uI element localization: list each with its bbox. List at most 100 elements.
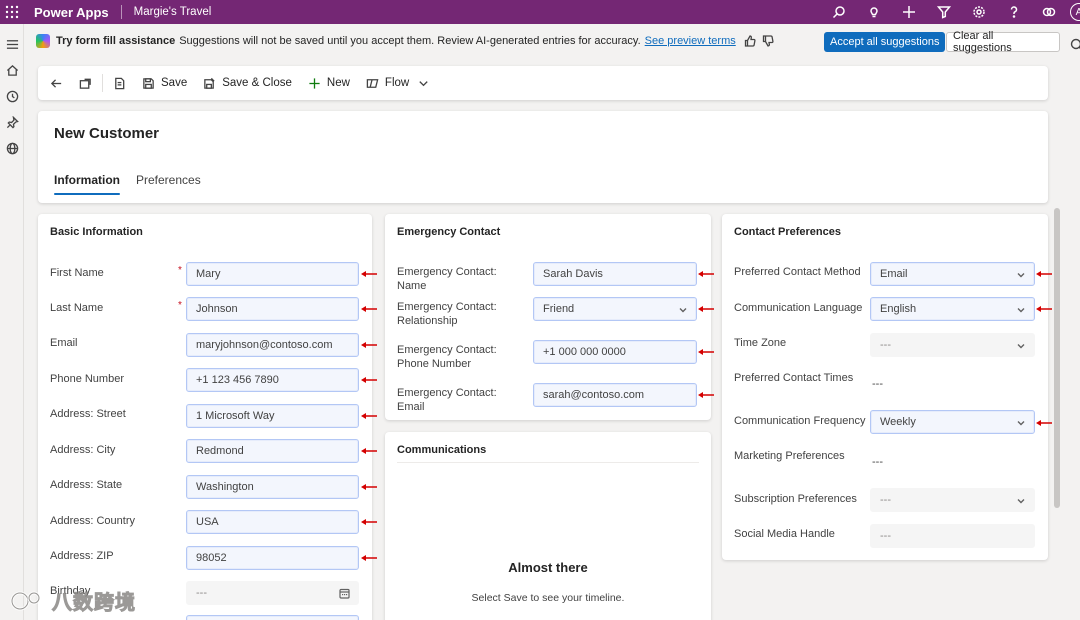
flow-button[interactable]: Flow: [358, 66, 417, 100]
tab-list: Information Preferences: [54, 173, 201, 195]
accept-all-suggestions-button[interactable]: Accept all suggestions: [824, 32, 946, 52]
address-city-field[interactable]: Redmond: [186, 439, 359, 463]
form-edit-button[interactable]: [105, 66, 134, 100]
open-in-new-window-button[interactable]: [71, 66, 100, 100]
plus-icon[interactable]: [891, 0, 926, 24]
address-street-field[interactable]: 1 Microsoft Way: [186, 404, 359, 428]
new-window-icon: [79, 78, 91, 89]
first-name-field[interactable]: Mary: [186, 262, 359, 286]
emergency-name-field[interactable]: Sarah Davis: [533, 262, 697, 286]
preferred-contact-method-label: Preferred Contact Method: [734, 266, 861, 278]
waffle-icon[interactable]: [0, 0, 24, 24]
more-commands-button[interactable]: [417, 66, 438, 100]
communication-frequency-dropdown[interactable]: Weekly: [870, 410, 1035, 434]
new-label: New: [326, 77, 350, 89]
hamburger-icon[interactable]: [0, 31, 24, 57]
calendar-icon[interactable]: [339, 588, 350, 602]
emergency-phone-field[interactable]: +1 000 000 0000: [533, 340, 697, 364]
annotation-arrow: [1035, 302, 1053, 312]
emergency-email-field[interactable]: sarah@contoso.com: [533, 383, 697, 407]
required-indicator: *: [178, 265, 182, 276]
next-field[interactable]: [186, 615, 359, 620]
copilot-icon[interactable]: [1031, 0, 1066, 24]
home-icon[interactable]: [0, 57, 24, 83]
section-title: Emergency Contact: [397, 226, 501, 238]
address-state-label: Address: State: [50, 479, 123, 491]
last-name-field[interactable]: Johnson: [186, 297, 359, 321]
filter-icon[interactable]: [926, 0, 961, 24]
tab-preferences[interactable]: Preferences: [136, 173, 201, 195]
form-fill-banner: Try form fill assistance Suggestions wil…: [24, 28, 1060, 54]
preferred-contact-times-value[interactable]: ---: [872, 378, 883, 390]
address-zip-field[interactable]: 98052: [186, 546, 359, 570]
tab-information[interactable]: Information: [54, 173, 120, 195]
annotation-arrow: [697, 302, 715, 312]
thumbs-down-icon[interactable]: [762, 35, 774, 47]
chevron-down-icon: [1016, 305, 1026, 315]
communication-language-dropdown[interactable]: English: [870, 297, 1035, 321]
communication-frequency-label: Communication Frequency: [734, 415, 866, 427]
thumbs-up-icon[interactable]: [744, 35, 756, 47]
emergency-email-label: Emergency Contact: Email: [397, 387, 497, 413]
birthday-field[interactable]: ---: [186, 581, 359, 605]
basic-information-section: Basic Information First Name * Mary Last…: [38, 214, 372, 620]
clear-all-suggestions-button[interactable]: Clear all suggestions: [946, 30, 1060, 54]
search-icon[interactable]: [821, 0, 856, 24]
annotation-arrow: [360, 409, 378, 419]
lightbulb-icon[interactable]: [856, 0, 891, 24]
divider: [397, 462, 699, 463]
gear-icon[interactable]: [961, 0, 996, 24]
chevron-down-icon: [1016, 418, 1026, 428]
save-and-close-button[interactable]: Save & Close: [195, 66, 300, 100]
annotation-arrow: [1035, 416, 1053, 426]
avatar[interactable]: A: [1070, 3, 1080, 21]
address-city-label: Address: City: [50, 444, 116, 456]
back-button[interactable]: [38, 66, 71, 100]
back-arrow-icon: [50, 78, 62, 88]
section-title: Contact Preferences: [734, 226, 841, 238]
banner-message: Suggestions will not be saved until you …: [179, 35, 641, 47]
save-button[interactable]: Save: [134, 66, 195, 100]
email-field[interactable]: maryjohnson@contoso.com: [186, 333, 359, 357]
chevron-down-icon: [419, 80, 428, 86]
flow-icon: [366, 78, 379, 88]
chevron-down-icon: [1016, 341, 1026, 351]
required-indicator: *: [178, 300, 182, 311]
banner-title: Try form fill assistance: [56, 35, 176, 47]
app-name[interactable]: Power Apps: [34, 5, 109, 20]
divider: [102, 74, 103, 92]
subscription-preferences-dropdown[interactable]: ---: [870, 488, 1035, 512]
phone-number-field[interactable]: +1 123 456 7890: [186, 368, 359, 392]
environment-name[interactable]: Margie's Travel: [134, 6, 212, 18]
address-country-field[interactable]: USA: [186, 510, 359, 534]
watermark: 八数跨境: [8, 586, 136, 615]
save-icon: [143, 77, 154, 89]
new-button[interactable]: New: [300, 66, 358, 100]
time-zone-dropdown[interactable]: ---: [870, 333, 1035, 357]
right-side-rail: [1064, 24, 1080, 620]
globe-icon[interactable]: [0, 135, 24, 161]
copilot-pane-icon[interactable]: [1070, 38, 1080, 53]
app-bar: Power Apps Margie's Travel A: [0, 0, 1080, 24]
pin-icon[interactable]: [0, 109, 24, 135]
help-icon[interactable]: [996, 0, 1031, 24]
emergency-relationship-dropdown[interactable]: Friend: [533, 297, 697, 321]
save-and-close-label: Save & Close: [222, 77, 292, 89]
section-title: Basic Information: [50, 226, 143, 238]
social-media-handle-field[interactable]: ---: [870, 524, 1035, 548]
preferred-contact-method-dropdown[interactable]: Email: [870, 262, 1035, 286]
annotation-arrow: [697, 267, 715, 277]
preview-terms-link[interactable]: See preview terms: [645, 35, 736, 47]
birthday-value: ---: [196, 587, 207, 599]
timeline-empty-heading: Almost there: [508, 560, 588, 575]
last-name-label: Last Name: [50, 302, 104, 314]
preferred-contact-times-label: Preferred Contact Times: [734, 372, 854, 384]
contact-preferences-section: Contact Preferences Preferred Contact Me…: [722, 214, 1048, 560]
marketing-preferences-value[interactable]: ---: [872, 456, 883, 468]
copilot-logo-icon: [36, 34, 50, 48]
flow-label: Flow: [384, 77, 410, 89]
chevron-down-icon: [1016, 270, 1026, 280]
address-state-field[interactable]: Washington: [186, 475, 359, 499]
recent-icon[interactable]: [0, 83, 24, 109]
vertical-scrollbar[interactable]: [1054, 208, 1060, 508]
